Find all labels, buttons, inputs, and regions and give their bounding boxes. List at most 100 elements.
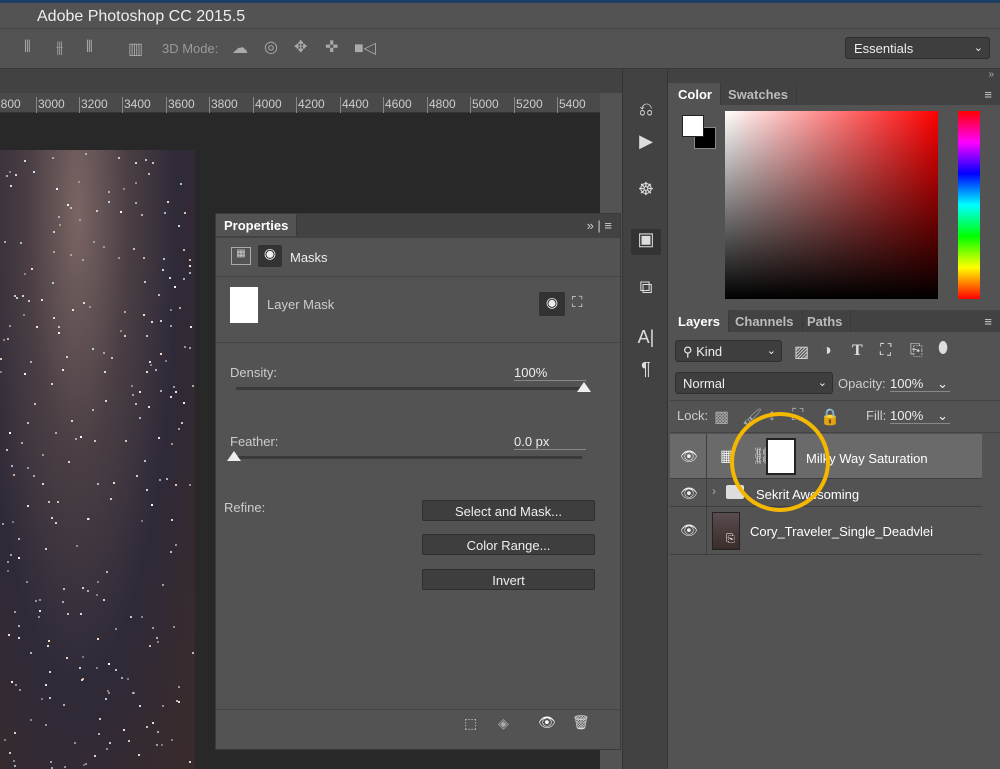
folder-icon [726, 485, 744, 499]
color-field[interactable] [725, 111, 938, 299]
filter-shape-icon[interactable]: ⛶ [880, 342, 891, 360]
select-pixel-mask-button[interactable]: ◉ [539, 292, 565, 316]
toggle-mask-visibility-icon[interactable]: 👁 [538, 714, 556, 731]
filter-adjustment-icon[interactable]: ◑ [822, 342, 832, 360]
chevron-down-icon[interactable]: ⌄ [937, 376, 948, 392]
star [141, 616, 143, 618]
load-selection-icon[interactable]: ⬚ [464, 715, 477, 732]
layer-row[interactable]: 👁 ▦ ⛓ Milky Way Saturation [670, 434, 982, 479]
foreground-color-swatch[interactable] [682, 115, 704, 137]
filter-pixel-icon[interactable]: ▨ [794, 342, 809, 362]
star [163, 258, 165, 260]
distribute-icon[interactable]: ▥ [128, 39, 143, 59]
milky-way-photo[interactable] [0, 150, 195, 769]
properties-title[interactable]: Properties [216, 214, 297, 236]
history-icon[interactable]: ⎌ [631, 99, 661, 125]
star [82, 587, 84, 589]
invert-button[interactable]: Invert [422, 569, 595, 590]
layer-row[interactable]: 👁 ⎘ Cory_Traveler_Single_Deadvlei [670, 507, 982, 555]
add-vector-mask-icon[interactable]: ⛶ [572, 294, 583, 311]
eye-icon[interactable]: 👁 [680, 485, 698, 502]
star [183, 278, 185, 280]
star [97, 581, 99, 583]
tab-paths[interactable]: Paths [799, 310, 851, 332]
filter-toggle-icon[interactable]: ⬮ [938, 340, 948, 358]
blend-mode-select[interactable]: Normal ⌄ [675, 372, 833, 394]
character-icon[interactable]: A| [631, 327, 661, 353]
lock-position-icon[interactable]: ↕ [768, 407, 776, 425]
layer-mask-thumbnail[interactable] [766, 438, 796, 475]
star [156, 637, 158, 639]
panel-menu-icon[interactable]: » | ≡ [587, 218, 612, 233]
3d-orbit-icon[interactable]: ☁ [232, 38, 248, 58]
star [139, 417, 141, 419]
opacity-input[interactable]: 100% ⌄ [890, 376, 950, 392]
3d-slide-icon[interactable]: ✜ [325, 37, 338, 57]
apply-mask-icon[interactable]: ◈ [498, 715, 509, 732]
filter-smart-object-icon[interactable]: ⎘ [910, 342, 923, 360]
align-left-icon[interactable]: ⫴ [24, 39, 31, 57]
select-and-mask-button[interactable]: Select and Mask... [422, 500, 595, 521]
layers-panel: Layers Channels Paths ≡ ⚲ Kind ⌄ ▨ ◑ T ⛶ ⎘ ⬮… [670, 310, 1000, 769]
star [9, 752, 11, 754]
workspace-select[interactable]: Essentials ⌄ [845, 37, 990, 59]
layer-name: Sekrit Awesoming [756, 487, 859, 502]
3d-roll-icon[interactable]: ◎ [264, 37, 278, 57]
panel-menu-icon[interactable]: ≡ [984, 87, 992, 102]
star [138, 754, 140, 756]
divider [216, 276, 620, 277]
3d-panel-icon[interactable]: ⧉ [631, 277, 661, 303]
star [14, 295, 16, 297]
color-range-button[interactable]: Color Range... [422, 534, 595, 555]
align-right-icon[interactable]: ⫴ [86, 39, 93, 57]
hue-slider[interactable] [958, 111, 980, 299]
adjustment-properties-icon[interactable]: ▦ [231, 247, 251, 265]
lock-artboard-icon[interactable]: ⛶ [792, 407, 803, 425]
paragraph-icon[interactable]: ¶ [631, 359, 661, 385]
chevron-down-icon[interactable]: ⌄ [937, 408, 948, 424]
filter-kind-select[interactable]: ⚲ Kind ⌄ [675, 340, 782, 362]
actions-play-icon[interactable]: ▶ [631, 131, 661, 157]
lock-all-icon[interactable]: 🔒 [820, 407, 840, 427]
star [125, 440, 127, 442]
star [63, 704, 65, 706]
tab-channels[interactable]: Channels [727, 310, 803, 332]
star [132, 692, 134, 694]
lock-pixels-icon[interactable]: 🖌 [742, 407, 762, 427]
eye-icon[interactable]: 👁 [680, 448, 698, 465]
layer-row[interactable]: 👁 › Sekrit Awesoming [670, 479, 982, 507]
app-title: Adobe Photoshop CC 2015.5 [37, 8, 245, 26]
feather-input[interactable]: 0.0 px [514, 434, 586, 450]
mask-properties-icon[interactable]: ◉ [258, 245, 282, 267]
star [23, 314, 25, 316]
star [82, 678, 84, 680]
density-input[interactable]: 100% [514, 365, 586, 381]
fill-input[interactable]: 100% ⌄ [890, 408, 950, 424]
chevron-right-icon[interactable]: › [712, 484, 716, 498]
feather-slider[interactable] [234, 456, 582, 459]
3d-pan-icon[interactable]: ✥ [294, 37, 307, 57]
trash-icon[interactable]: 🗑 [572, 714, 590, 731]
ruler-tick: 5400 [557, 97, 586, 113]
ruler-tick: 3000 [36, 97, 65, 113]
properties-icon[interactable]: ▣ [631, 229, 661, 255]
panel-menu-icon[interactable]: ≡ [984, 314, 992, 329]
navigator-wheel-icon[interactable]: ☸ [631, 179, 661, 205]
collapse-bar[interactable]: » [668, 69, 1000, 83]
3d-camera-icon[interactable]: ■◁ [354, 38, 376, 58]
star [151, 504, 153, 506]
ruler-tick: 4000 [253, 97, 282, 113]
density-slider[interactable] [236, 387, 584, 390]
star [108, 663, 110, 665]
star [123, 729, 125, 731]
tab-swatches[interactable]: Swatches [720, 83, 797, 105]
eye-icon[interactable]: 👁 [680, 522, 698, 539]
density-slider-thumb[interactable] [577, 382, 591, 392]
filter-type-icon[interactable]: T [852, 342, 863, 360]
star [93, 241, 95, 243]
tab-color[interactable]: Color [670, 83, 721, 105]
lock-transparency-icon[interactable]: ▩ [714, 407, 729, 427]
align-center-icon[interactable]: ⫵ [56, 39, 63, 57]
tab-layers[interactable]: Layers [670, 310, 729, 332]
feather-slider-thumb[interactable] [227, 451, 241, 461]
